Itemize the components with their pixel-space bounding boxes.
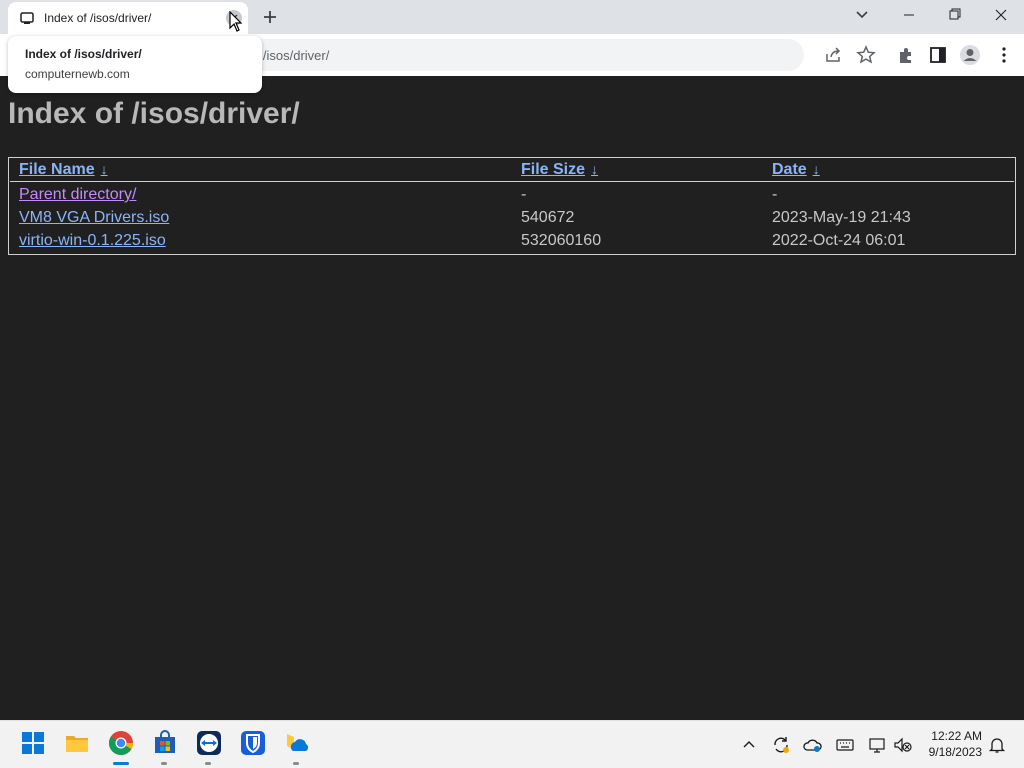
file-explorer-icon[interactable] bbox=[63, 729, 91, 757]
bitwarden-icon[interactable] bbox=[239, 729, 267, 757]
sort-arrow-icon: ↓ bbox=[100, 161, 108, 177]
windows-taskbar: 12:22 AM 9/18/2023 bbox=[0, 720, 1024, 768]
table-row-date: - bbox=[772, 186, 778, 203]
parent-directory-link[interactable]: Parent directory/ bbox=[19, 186, 136, 203]
table-row-size: 540672 bbox=[521, 209, 575, 226]
more-menu-icon[interactable] bbox=[993, 44, 1015, 66]
active-app-indicator bbox=[113, 762, 129, 765]
new-tab-button[interactable] bbox=[258, 5, 282, 29]
column-label: Date bbox=[772, 161, 807, 178]
sort-by-date-link[interactable]: Date ↓ bbox=[772, 161, 820, 178]
table-row-size: - bbox=[521, 186, 527, 203]
clock-time: 12:22 AM bbox=[931, 729, 982, 743]
start-icon[interactable] bbox=[19, 729, 47, 757]
tab-title: Index of /isos/driver/ bbox=[44, 11, 152, 25]
system-clock[interactable]: 12:22 AM 9/18/2023 bbox=[920, 728, 982, 760]
tab-hover-card: Index of /isos/driver/ computernewb.com bbox=[8, 36, 262, 93]
column-header-file-name: File Name ↓ bbox=[19, 161, 108, 179]
sort-arrow-icon: ↓ bbox=[591, 161, 599, 177]
site-favicon-icon bbox=[20, 12, 34, 24]
tab-strip: Index of /isos/driver/ bbox=[0, 0, 1024, 34]
header-divider bbox=[10, 181, 1014, 182]
table-row-date: 2023-May-19 21:43 bbox=[772, 209, 911, 226]
minimize-button[interactable] bbox=[886, 0, 932, 30]
app-running-indicator bbox=[205, 762, 211, 765]
show-hidden-icons-chevron-icon[interactable] bbox=[739, 735, 759, 755]
column-header-date: Date ↓ bbox=[772, 161, 820, 179]
table-row-name: virtio-win-0.1.225.iso bbox=[19, 232, 166, 250]
share-icon[interactable] bbox=[823, 44, 845, 66]
sync-icon[interactable] bbox=[771, 735, 791, 755]
column-header-file-size: File Size ↓ bbox=[521, 161, 598, 179]
page-content: Index of /isos/driver/ File Name ↓ File S… bbox=[0, 76, 1024, 720]
table-row-size: 532060160 bbox=[521, 232, 602, 249]
tab-search-chevron-icon[interactable] bbox=[850, 5, 874, 25]
network-icon[interactable] bbox=[867, 735, 887, 755]
table-row-date: 2022-Oct-24 06:01 bbox=[772, 232, 906, 249]
onedrive-folder-icon[interactable] bbox=[283, 729, 311, 757]
hover-card-title: Index of /isos/driver/ bbox=[25, 47, 142, 61]
app-running-indicator bbox=[293, 762, 299, 765]
side-panel-icon[interactable] bbox=[927, 44, 949, 66]
clock-date: 9/18/2023 bbox=[928, 745, 982, 759]
volume-muted-icon[interactable] bbox=[893, 735, 913, 755]
page-title: Index of /isos/driver/ bbox=[8, 97, 300, 130]
notification-bell-icon[interactable] bbox=[987, 735, 1007, 755]
column-label: File Name bbox=[19, 161, 95, 178]
onedrive-cloud-icon[interactable] bbox=[803, 735, 823, 755]
store-icon[interactable] bbox=[151, 729, 179, 757]
extensions-puzzle-icon[interactable] bbox=[895, 44, 917, 66]
file-listing-table: File Name ↓ File Size ↓ Date ↓ Parent direc… bbox=[8, 157, 1016, 255]
table-row-name: Parent directory/ bbox=[19, 186, 136, 204]
address-text: i/isos/driver/ bbox=[260, 48, 330, 63]
keyboard-icon[interactable] bbox=[835, 735, 855, 755]
sort-by-size-link[interactable]: File Size ↓ bbox=[521, 161, 598, 178]
table-row-name: VM8 VGA Drivers.iso bbox=[19, 209, 169, 227]
browser-tab[interactable]: Index of /isos/driver/ bbox=[8, 2, 248, 34]
column-label: File Size bbox=[521, 161, 586, 178]
close-window-button[interactable] bbox=[978, 0, 1024, 30]
app-running-indicator bbox=[161, 762, 167, 765]
file-link[interactable]: VM8 VGA Drivers.iso bbox=[19, 209, 169, 226]
file-link[interactable]: virtio-win-0.1.225.iso bbox=[19, 232, 166, 249]
restore-button[interactable] bbox=[932, 0, 978, 30]
profile-avatar-icon[interactable] bbox=[959, 44, 981, 66]
address-bar[interactable]: i/isos/driver/ bbox=[230, 39, 804, 71]
sort-by-name-link[interactable]: File Name ↓ bbox=[19, 161, 108, 178]
teamviewer-icon[interactable] bbox=[195, 729, 223, 757]
chrome-icon[interactable] bbox=[107, 729, 135, 757]
hover-card-host: computernewb.com bbox=[25, 67, 130, 81]
bookmark-star-icon[interactable] bbox=[855, 44, 877, 66]
mouse-cursor-icon bbox=[229, 11, 243, 32]
sort-arrow-icon: ↓ bbox=[812, 161, 820, 177]
